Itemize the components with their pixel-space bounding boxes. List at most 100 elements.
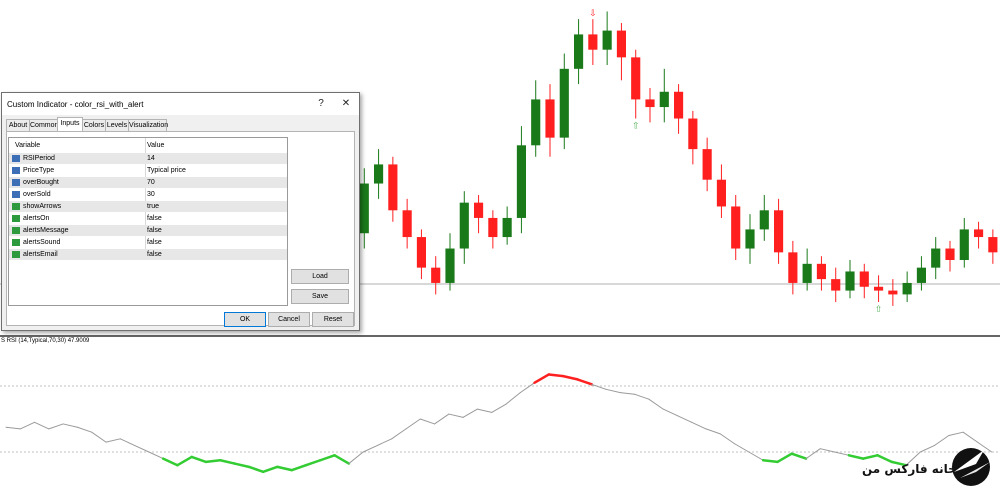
candle	[431, 256, 441, 295]
rsi-segment	[547, 373, 565, 378]
rsi-segment	[233, 462, 251, 469]
watermark-logo: خانه فارکس من	[862, 442, 998, 492]
rsi-segment	[405, 418, 421, 430]
candle	[988, 229, 998, 264]
rsi-segment	[304, 459, 322, 467]
rsi-segment	[261, 465, 279, 474]
param-value[interactable]: 30	[147, 189, 155, 200]
param-value[interactable]: false	[147, 249, 162, 260]
rsi-segment	[419, 418, 436, 425]
candle	[402, 198, 412, 249]
rsi-segment	[91, 431, 107, 443]
rsi-segment	[591, 383, 607, 390]
rsi-segment	[5, 426, 21, 430]
help-button[interactable]: ?	[314, 97, 328, 111]
rsi-segment	[290, 463, 308, 472]
dialog-titlebar[interactable]: Custom Indicator - color_rsi_with_alert …	[2, 93, 359, 115]
candle	[531, 80, 541, 157]
param-row-showArrows[interactable]: showArrows true	[9, 201, 287, 212]
candle	[745, 214, 755, 264]
param-row-overBought[interactable]: overBought 70	[9, 177, 287, 188]
rsi-segment	[276, 465, 293, 472]
tab-common[interactable]: Common	[29, 119, 58, 131]
candle	[359, 168, 369, 249]
rsi-segment	[634, 393, 650, 400]
param-value[interactable]: 70	[147, 177, 155, 188]
rsi-segment	[376, 438, 393, 446]
param-name: overSold	[23, 191, 51, 198]
rsi-segment	[319, 454, 336, 462]
rsi-segment	[705, 428, 721, 435]
ok-button[interactable]: OK	[224, 312, 266, 327]
param-value[interactable]: 14	[147, 153, 155, 164]
param-row-RSIPeriod[interactable]: RSIPeriod 14	[9, 153, 287, 164]
boolean-param-icon	[12, 239, 20, 246]
candle	[445, 233, 455, 291]
tab-visualization[interactable]: Visualization	[128, 119, 168, 131]
candle	[616, 22, 626, 81]
candle	[688, 110, 698, 165]
rsi-segment	[948, 431, 964, 436]
logo-icon	[952, 448, 990, 486]
numeric-param-icon	[12, 179, 20, 186]
watermark-text: خانه فارکس من	[862, 462, 957, 476]
load-button[interactable]: Load	[291, 269, 349, 284]
tab-inputs[interactable]: Inputs	[57, 117, 83, 132]
candle	[959, 217, 969, 268]
close-icon[interactable]: ✕	[339, 97, 353, 111]
rsi-segment	[448, 413, 464, 418]
param-name: overBought	[23, 179, 59, 186]
candle	[716, 164, 726, 218]
rsi-segment	[576, 378, 593, 386]
rsi-segment	[619, 392, 636, 395]
rsi-segment	[434, 413, 450, 425]
param-value[interactable]: false	[147, 237, 162, 248]
rsi-segment	[533, 373, 551, 384]
inputs-table[interactable]: Variable Value RSIPeriod 14 PriceType Typic…	[8, 137, 288, 306]
param-row-alertsMessage[interactable]: alertsMessage false	[9, 225, 287, 236]
param-row-alertsEmail[interactable]: alertsEmail false	[9, 249, 287, 260]
param-row-PriceType[interactable]: PriceType Typical price	[9, 165, 287, 176]
param-value[interactable]: false	[147, 213, 162, 224]
rsi-segment	[719, 433, 736, 445]
rsi-segment	[648, 398, 664, 410]
cancel-button[interactable]: Cancel	[268, 312, 310, 327]
tab-colors[interactable]: Colors	[82, 119, 106, 131]
rsi-segment	[190, 455, 208, 464]
param-name: alertsMessage	[23, 227, 69, 234]
param-name: alertsSound	[23, 239, 61, 246]
candle	[974, 221, 984, 249]
tab-about[interactable]: About	[6, 119, 30, 131]
param-value[interactable]: true	[147, 201, 159, 212]
param-name: PriceType	[23, 167, 55, 174]
param-name: alertsEmail	[23, 251, 58, 258]
boolean-param-icon	[12, 203, 20, 210]
rsi-segment	[819, 448, 836, 453]
save-button[interactable]: Save	[291, 289, 349, 304]
candle	[645, 87, 655, 123]
rsi-segment	[748, 451, 764, 461]
candle	[874, 275, 884, 303]
buy-arrow-icon: ⇧	[632, 121, 640, 131]
numeric-param-icon	[12, 167, 20, 174]
candle	[459, 191, 469, 264]
rsi-segment	[48, 423, 64, 430]
indicator-label: S RSI (14,Typical,70,30) 47.9009	[1, 338, 90, 344]
param-value[interactable]: false	[147, 225, 162, 236]
candle	[602, 11, 612, 65]
param-row-alertsSound[interactable]: alertsSound false	[9, 237, 287, 248]
rsi-segment	[491, 403, 507, 413]
boolean-param-icon	[12, 227, 20, 234]
param-value[interactable]: Typical price	[147, 165, 186, 176]
rsi-segment	[734, 443, 750, 453]
reset-button[interactable]: Reset	[312, 312, 354, 327]
candle	[388, 156, 398, 222]
rsi-segment	[19, 421, 36, 430]
tab-levels[interactable]: Levels	[105, 119, 129, 131]
table-header: Variable Value	[9, 140, 287, 151]
rsi-segment	[462, 408, 478, 418]
candle	[845, 260, 855, 299]
rsi-segment	[34, 421, 50, 430]
param-row-overSold[interactable]: overSold 30	[9, 189, 287, 200]
param-row-alertsOn[interactable]: alertsOn false	[9, 213, 287, 224]
